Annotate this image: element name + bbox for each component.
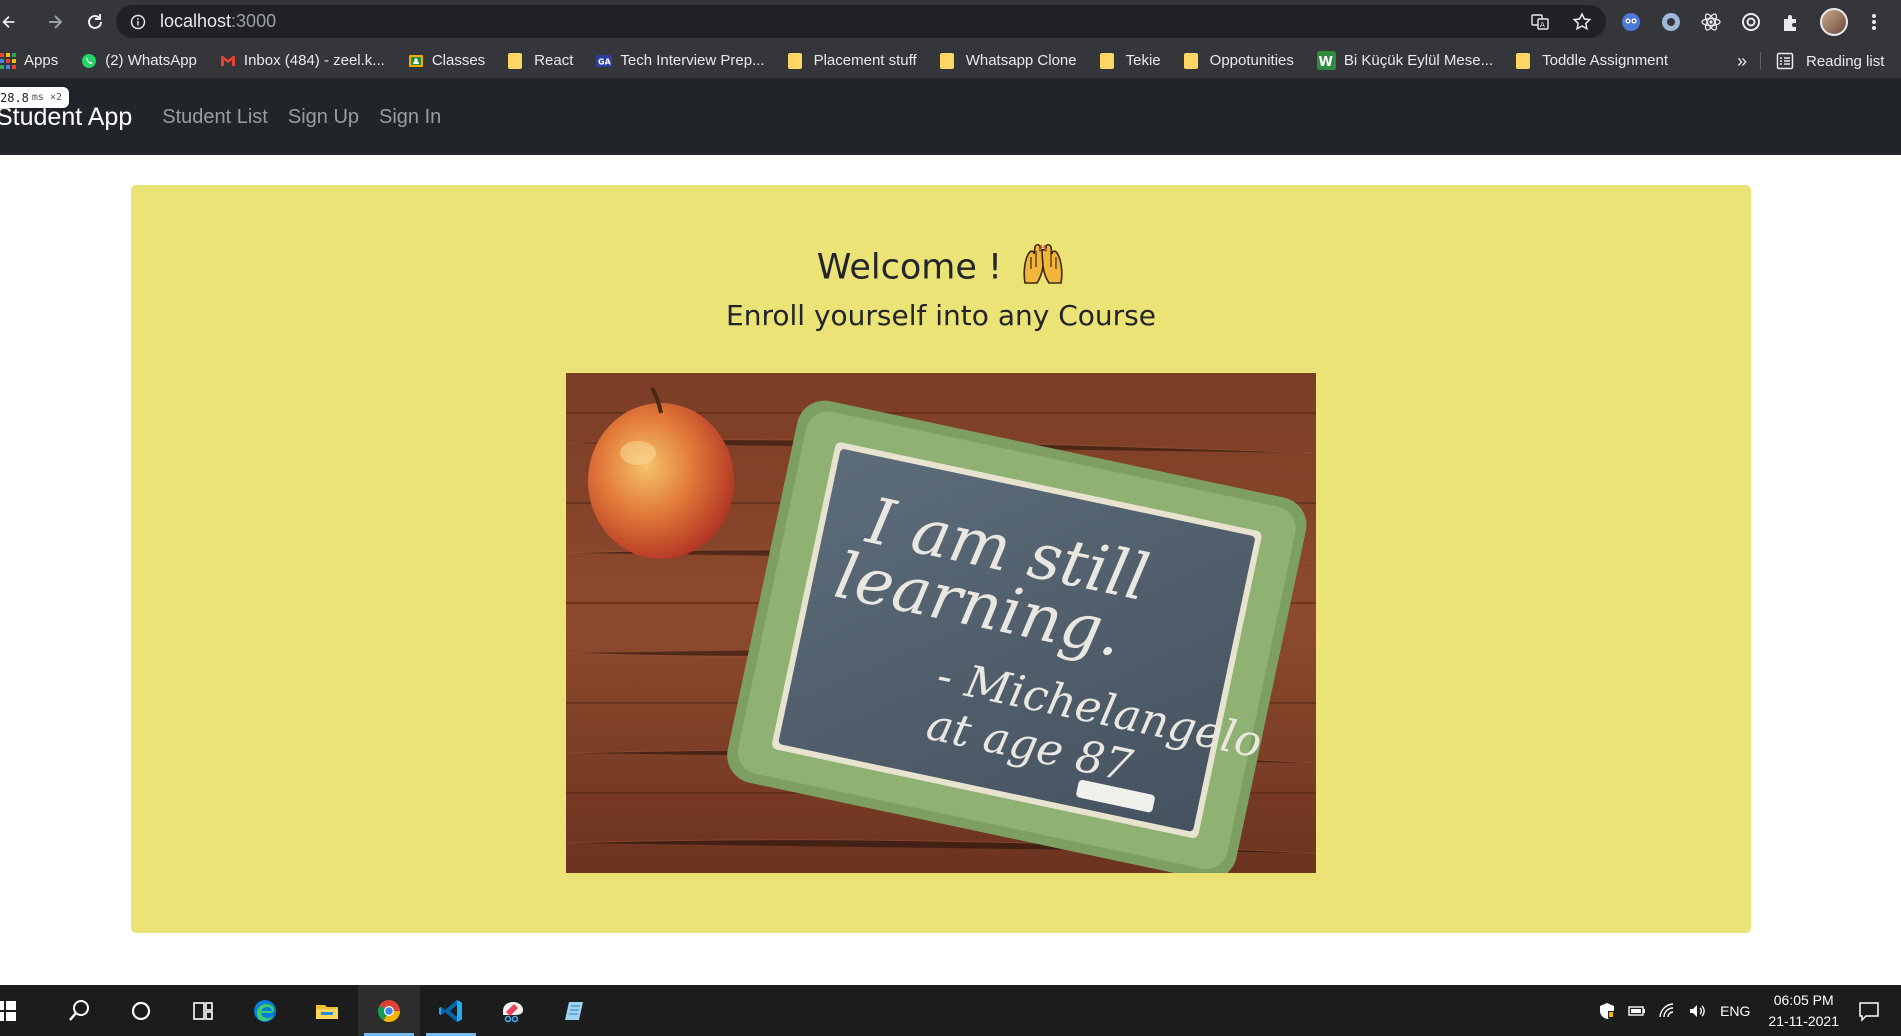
forward-button[interactable] [35, 0, 75, 43]
extension-ring-icon[interactable] [1660, 11, 1682, 33]
taskbar-file-explorer[interactable] [296, 985, 358, 1036]
chalkboard-hero-image: I am still learning. - Michelangelo at a… [566, 373, 1316, 873]
bookmark-folder-react[interactable]: React [502, 43, 579, 79]
bookmarks-bar: Apps (2) WhatsApp Inbox (484) - zeel.k..… [0, 43, 1901, 79]
bookmark-folder-toddle[interactable]: Toddle Assignment [1510, 43, 1674, 79]
taskbar-task-view[interactable] [172, 985, 234, 1036]
reading-list-icon [1776, 52, 1794, 70]
snip-sketch-icon [503, 1001, 523, 1022]
apps-grid-icon [0, 52, 16, 69]
taskbar-search[interactable] [48, 985, 110, 1036]
bookmark-folder-placement[interactable]: Placement stuff [782, 43, 923, 79]
reload-icon [88, 13, 102, 29]
bookmark-folder-whatsapp-clone[interactable]: Whatsapp Clone [934, 43, 1083, 79]
extension-eyes-icon[interactable] [1620, 11, 1642, 33]
windows-start-icon [0, 1000, 16, 1021]
extension-target-icon[interactable] [1740, 11, 1762, 33]
wattpad-icon: W [1316, 51, 1336, 70]
taskbar-cortana[interactable] [110, 985, 172, 1036]
start-button[interactable] [0, 985, 24, 1036]
task-view-icon [193, 1001, 213, 1020]
taskbar-notepad[interactable] [544, 985, 606, 1036]
clock[interactable]: 06:05 PM 21-11-2021 [1768, 990, 1839, 1032]
folder-icon [1516, 52, 1531, 69]
address-bar[interactable]: localhost:3000 A [116, 5, 1606, 38]
raising-hands-emoji-icon [1021, 243, 1065, 294]
welcome-card: Welcome ! Enroll yourself into any Cours… [131, 185, 1751, 933]
gmail-icon [220, 55, 235, 66]
forward-arrow-icon [49, 14, 63, 29]
nav-link-student-list[interactable]: Student List [162, 106, 268, 129]
taskbar-edge[interactable] [234, 985, 296, 1036]
folder-icon [1099, 52, 1114, 69]
nav-link-sign-up[interactable]: Sign Up [288, 106, 359, 129]
back-arrow-icon [2, 15, 15, 28]
folder-icon [1183, 52, 1198, 69]
system-tray: ENG 06:05 PM 21-11-2021 [1592, 985, 1901, 1036]
security-shield-icon[interactable] [1598, 1002, 1616, 1020]
wifi-icon[interactable] [1658, 1002, 1676, 1020]
bookmark-gmail[interactable]: Inbox (484) - zeel.k... [214, 43, 391, 79]
browser-menu-icon[interactable] [1866, 10, 1882, 34]
bookmark-folder-oppotunities[interactable]: Oppotunities [1178, 43, 1300, 79]
back-button[interactable] [0, 0, 18, 43]
clock-date: 21-11-2021 [1768, 1012, 1839, 1029]
taskbar-vscode[interactable] [420, 985, 482, 1036]
profile-avatar[interactable] [1820, 7, 1848, 36]
google-classroom-icon [408, 54, 423, 67]
url-text: localhost:3000 [160, 11, 277, 31]
clock-time: 06:05 PM [1773, 991, 1834, 1008]
svg-text:A: A [1540, 21, 1545, 29]
bookmark-whatsapp[interactable]: (2) WhatsApp [75, 43, 203, 79]
whatsapp-icon [82, 53, 97, 68]
bookmark-classes[interactable]: Classes [402, 43, 491, 79]
edge-icon [254, 999, 276, 1022]
taskbar-snip-sketch[interactable] [482, 985, 544, 1036]
welcome-heading: Welcome ! [131, 243, 1751, 294]
translate-icon[interactable]: A [1530, 12, 1550, 32]
react-devtools-icon[interactable] [1700, 11, 1722, 33]
notification-center-icon[interactable] [1857, 999, 1881, 1023]
svg-text:GA: GA [598, 57, 612, 66]
browser-toolbar: localhost:3000 A [0, 0, 1901, 43]
language-indicator[interactable]: ENG [1720, 1003, 1750, 1019]
file-explorer-icon [316, 1004, 338, 1019]
bookmark-star-icon[interactable] [1572, 11, 1592, 32]
bookmark-folder-tekie[interactable]: Tekie [1094, 43, 1167, 79]
volume-icon[interactable] [1688, 1002, 1706, 1020]
folder-icon [939, 52, 954, 69]
folder-icon [508, 52, 523, 69]
bookmark-wattpad[interactable]: W Bi Küçük Eylül Mese... [1311, 43, 1499, 79]
chrome-icon [378, 999, 400, 1022]
extensions-puzzle-icon[interactable] [1780, 11, 1802, 33]
reload-button[interactable] [75, 0, 115, 43]
enroll-subtitle: Enroll yourself into any Course [726, 299, 1156, 332]
folder-icon [787, 52, 802, 69]
windows-taskbar: ENG 06:05 PM 21-11-2021 [0, 985, 1901, 1036]
svg-text:W: W [1318, 55, 1332, 70]
battery-icon[interactable] [1628, 1002, 1646, 1020]
reading-list-button[interactable]: Reading list [1776, 43, 1884, 79]
render-time-overlay: 28.8 ms ×2 [0, 87, 70, 108]
search-icon [69, 999, 89, 1021]
bookmark-apps[interactable]: Apps [0, 43, 64, 79]
cortana-icon [131, 1001, 151, 1020]
nav-link-sign-in[interactable]: Sign In [379, 106, 441, 129]
notepad-icon [565, 1001, 583, 1020]
bookmark-tech-interview[interactable]: GA Tech Interview Prep... [590, 43, 770, 79]
bookmarks-divider [1760, 52, 1761, 70]
bookmarks-overflow-button[interactable]: » [1737, 43, 1747, 79]
geeksforgeeks-icon: GA [596, 54, 613, 67]
vscode-icon [439, 999, 462, 1022]
taskbar-chrome[interactable] [358, 985, 420, 1036]
app-navbar: Student App Student List Sign Up Sign In [0, 79, 1901, 155]
site-info-icon[interactable] [130, 14, 146, 30]
